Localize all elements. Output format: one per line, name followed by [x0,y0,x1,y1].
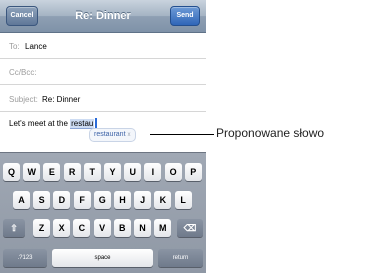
send-button[interactable]: Send [170,6,200,26]
shift-key[interactable]: ⇧ [3,219,25,237]
callout-label: Proponowane słowo [216,126,325,140]
key-b[interactable]: B [113,219,131,237]
key-v[interactable]: V [93,219,111,237]
subject-value: Re: Dinner [42,95,81,104]
key-a[interactable]: A [13,191,30,209]
cc-bcc-label: Cc/Bcc: [9,68,37,77]
keyboard: Q W E R T Y U I O P A S D F G H J K L ⇧ Z X C V B N M ⌫ .?123 space re… [0,152,206,273]
callout-line [150,134,214,135]
key-j[interactable]: J [134,191,152,209]
nav-title: Re: Dinner [75,10,131,22]
phone-screen: Cancel Re: Dinner Send To: Lance Cc/Bcc:… [0,0,206,273]
key-w[interactable]: W [23,163,41,181]
message-body[interactable]: Let's meet at the restau [9,118,97,129]
current-word: restau [70,119,95,129]
key-u[interactable]: U [124,163,142,181]
close-suggestion-icon[interactable]: x [128,132,131,138]
key-q[interactable]: Q [3,163,20,181]
nav-bar: Cancel Re: Dinner Send [0,0,206,33]
body-text: Let's meet at the [9,119,71,128]
key-s[interactable]: S [33,191,51,209]
to-label: To: [9,42,20,51]
cc-bcc-field[interactable]: Cc/Bcc: [0,59,206,85]
key-h[interactable]: H [114,191,131,209]
key-e[interactable]: E [43,163,61,181]
key-t[interactable]: T [83,163,101,181]
key-y[interactable]: Y [104,163,121,181]
key-x[interactable]: X [53,219,71,237]
key-i[interactable]: I [144,163,162,181]
key-m[interactable]: M [154,219,172,237]
key-r[interactable]: R [63,163,81,181]
backspace-icon: ⌫ [183,223,197,233]
subject-field[interactable]: Subject: Re: Dinner [0,85,206,112]
key-l[interactable]: L [174,191,192,209]
cancel-button[interactable]: Cancel [6,6,38,26]
subject-label: Subject: [9,95,38,104]
key-k[interactable]: K [154,191,172,209]
key-c[interactable]: C [73,219,91,237]
shift-icon: ⇧ [10,223,18,233]
key-n[interactable]: N [134,219,151,237]
key-o[interactable]: O [164,163,182,181]
return-key[interactable]: return [158,249,203,267]
space-key[interactable]: space [52,249,153,267]
key-p[interactable]: P [184,163,202,181]
key-f[interactable]: F [73,191,91,209]
key-d[interactable]: D [53,191,71,209]
backspace-key[interactable]: ⌫ [177,219,203,237]
key-z[interactable]: Z [33,219,50,237]
suggestion-bubble[interactable]: restaurant x [89,128,136,142]
to-value: Lance [25,42,47,51]
numbers-key[interactable]: .?123 [3,249,47,267]
suggestion-word: restaurant [94,131,126,138]
text-cursor [95,118,97,128]
to-field[interactable]: To: Lance [0,33,206,59]
key-g[interactable]: G [93,191,111,209]
